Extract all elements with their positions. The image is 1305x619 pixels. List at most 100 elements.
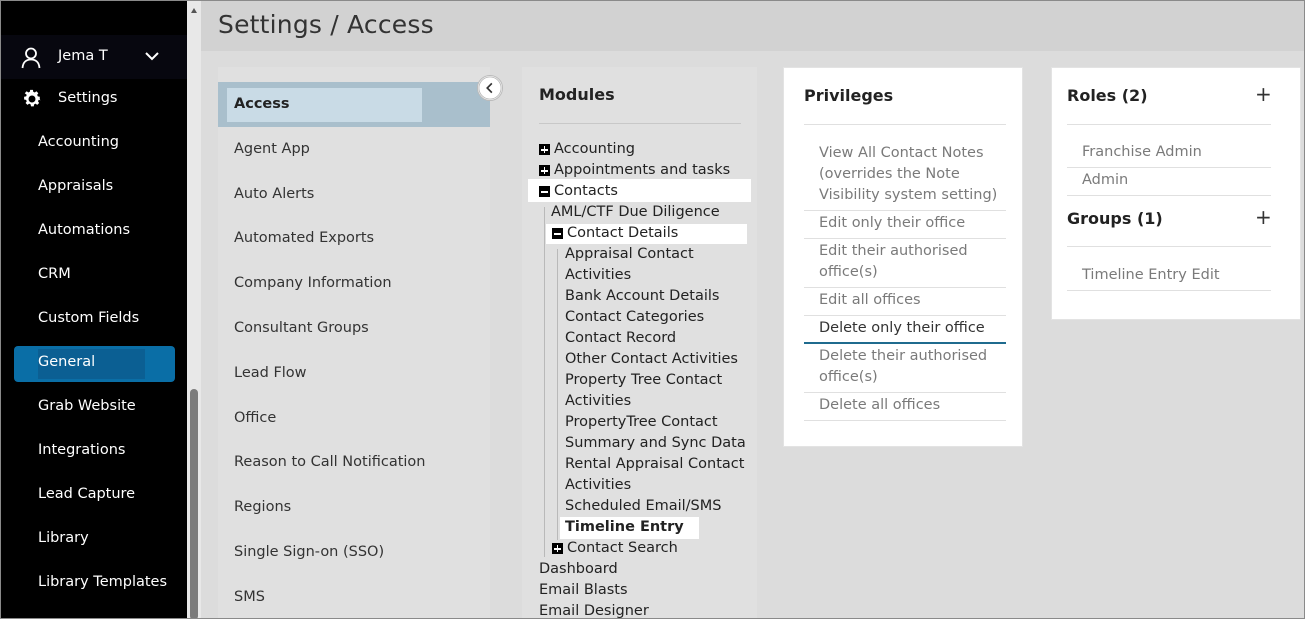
privilege-line: Edit only their office xyxy=(819,215,966,231)
tree-item-rental-appraisal-cont[interactable]: Activities xyxy=(565,477,631,493)
privilege-delete-all-offices[interactable]: Delete all offices xyxy=(819,395,940,416)
tree-item-property-tree-contact-cont[interactable]: Activities xyxy=(565,393,631,409)
privilege-line: Delete their authorised xyxy=(819,348,988,364)
tree-item-propertytree-summary[interactable]: PropertyTree Contact xyxy=(565,414,718,430)
user-icon xyxy=(21,47,41,69)
privilege-line: office(s) xyxy=(819,369,878,385)
divider xyxy=(804,124,1006,125)
privilege-view-all-contact-notes[interactable]: View All Contact Notes (overrides the No… xyxy=(819,143,997,206)
tree-item-appointments[interactable]: Appointments and tasks xyxy=(554,162,730,178)
sidebar-item-general[interactable]: General xyxy=(38,354,95,370)
tree-item-dashboard[interactable]: Dashboard xyxy=(539,561,618,577)
tree-item-aml-ctf[interactable]: AML/CTF Due Diligence xyxy=(551,204,720,220)
tree-item-timeline-entry[interactable]: Timeline Entry xyxy=(565,519,684,535)
roles-heading: Roles (2) xyxy=(1067,86,1148,105)
modules-panel: Modules Accounting Appointments and task… xyxy=(522,67,757,618)
tree-item-propertytree-summary-cont[interactable]: Summary and Sync Data xyxy=(565,435,746,451)
tree-item-rental-appraisal[interactable]: Rental Appraisal Contact xyxy=(565,456,744,472)
sidebar-item-crm[interactable]: CRM xyxy=(38,266,71,282)
add-group-button[interactable]: + xyxy=(1255,207,1272,227)
tree-item-scheduled-email[interactable]: Scheduled Email/SMS xyxy=(565,498,721,514)
app-window: Jema T Settings Accounting Appraisals Au… xyxy=(0,0,1305,619)
section-item-automated-exports[interactable]: Automated Exports xyxy=(234,230,374,246)
tree-item-contact-categories[interactable]: Contact Categories xyxy=(565,309,704,325)
tree-item-accounting[interactable]: Accounting xyxy=(554,141,635,157)
divider xyxy=(1067,195,1271,196)
tree-item-bank-account[interactable]: Bank Account Details xyxy=(565,288,719,304)
privilege-line: Edit all offices xyxy=(819,292,921,308)
page-title: Settings / Access xyxy=(218,10,434,39)
section-item-auto-alerts[interactable]: Auto Alerts xyxy=(234,186,314,202)
collapse-icon[interactable] xyxy=(539,186,550,197)
gear-icon xyxy=(24,89,41,107)
section-item-agent-app[interactable]: Agent App xyxy=(234,141,310,157)
chevron-down-icon[interactable] xyxy=(143,47,161,65)
section-item-regions[interactable]: Regions xyxy=(234,499,291,515)
sidebar-item-integrations[interactable]: Integrations xyxy=(38,442,125,458)
sidebar-item-accounting[interactable]: Accounting xyxy=(38,134,119,150)
privilege-line: Delete all offices xyxy=(819,397,941,413)
section-item-company-information[interactable]: Company Information xyxy=(234,275,392,291)
collapse-panel-button[interactable] xyxy=(477,75,503,101)
sidebar-item-library[interactable]: Library xyxy=(38,530,89,546)
main-sidebar: Jema T Settings Accounting Appraisals Au… xyxy=(1,1,187,618)
tree-item-contacts[interactable]: Contacts xyxy=(554,183,618,199)
section-item-office[interactable]: Office xyxy=(234,410,276,426)
sidebar-item-grab-website[interactable]: Grab Website xyxy=(38,398,136,414)
role-item-admin[interactable]: Admin xyxy=(1082,172,1128,188)
section-item-access[interactable]: Access xyxy=(234,96,290,112)
expand-icon[interactable] xyxy=(552,543,563,554)
sidebar-item-settings[interactable]: Settings xyxy=(1,85,187,113)
section-item-reason-to-call[interactable]: Reason to Call Notification xyxy=(234,454,426,470)
scroll-up-icon[interactable] xyxy=(190,3,198,19)
divider xyxy=(804,287,1006,288)
section-item-consultant-groups[interactable]: Consultant Groups xyxy=(234,320,369,336)
expand-icon[interactable] xyxy=(539,165,550,176)
role-item-franchise-admin[interactable]: Franchise Admin xyxy=(1082,144,1202,160)
collapse-icon[interactable] xyxy=(552,228,563,239)
tree-guide-line xyxy=(544,207,545,557)
user-name: Jema T xyxy=(58,48,108,64)
tree-item-email-blasts[interactable]: Email Blasts xyxy=(539,582,628,598)
sidebar-item-appraisals[interactable]: Appraisals xyxy=(38,178,113,194)
section-item-sso[interactable]: Single Sign-on (SSO) xyxy=(234,544,384,560)
privilege-line: (overrides the Note xyxy=(819,166,960,182)
tree-item-appraisal-contact[interactable]: Appraisal Contact xyxy=(565,246,694,262)
divider xyxy=(804,315,1006,316)
add-role-button[interactable]: + xyxy=(1255,84,1272,104)
tree-item-contact-record[interactable]: Contact Record xyxy=(565,330,676,346)
tree-item-contact-search[interactable]: Contact Search xyxy=(567,540,678,556)
divider xyxy=(1067,290,1271,291)
tree-guide-line xyxy=(557,249,558,540)
tree-item-appraisal-contact-cont[interactable]: Activities xyxy=(565,267,631,283)
user-menu[interactable]: Jema T xyxy=(1,35,187,79)
privileges-panel: Privileges View All Contact Notes (overr… xyxy=(783,67,1023,447)
tree-item-other-contact-activities[interactable]: Other Contact Activities xyxy=(565,351,738,367)
privileges-heading: Privileges xyxy=(804,86,894,105)
tree-item-property-tree-contact[interactable]: Property Tree Contact xyxy=(565,372,722,388)
section-item-sms[interactable]: SMS xyxy=(234,589,265,605)
group-item-timeline-entry-edit[interactable]: Timeline Entry Edit xyxy=(1082,267,1220,283)
privilege-delete-their-authorised[interactable]: Delete their authorised office(s) xyxy=(819,346,987,388)
privilege-delete-only-their-office[interactable]: Delete only their office xyxy=(819,318,985,339)
sidebar-item-automations[interactable]: Automations xyxy=(38,222,130,238)
section-item-lead-flow[interactable]: Lead Flow xyxy=(234,365,307,381)
divider xyxy=(804,420,1006,421)
groups-heading: Groups (1) xyxy=(1067,209,1163,228)
privilege-edit-their-authorised[interactable]: Edit their authorised office(s) xyxy=(819,241,968,283)
divider xyxy=(1067,167,1271,168)
divider xyxy=(539,123,741,124)
sidebar-item-custom-fields[interactable]: Custom Fields xyxy=(38,310,139,326)
privilege-line: office(s) xyxy=(819,264,878,280)
sidebar-scrollbar-thumb[interactable] xyxy=(190,389,198,618)
tree-item-email-designer[interactable]: Email Designer xyxy=(539,603,649,618)
privilege-line: Visibility system setting) xyxy=(819,187,998,203)
settings-section-list: Access Agent App Auto Alerts Automated E… xyxy=(218,67,490,618)
privilege-edit-only-their-office[interactable]: Edit only their office xyxy=(819,213,965,234)
sidebar-item-label: Settings xyxy=(58,90,118,106)
sidebar-item-lead-capture[interactable]: Lead Capture xyxy=(38,486,135,502)
sidebar-item-library-templates[interactable]: Library Templates xyxy=(38,574,167,590)
expand-icon[interactable] xyxy=(539,144,550,155)
privilege-edit-all-offices[interactable]: Edit all offices xyxy=(819,290,921,311)
tree-item-contact-details[interactable]: Contact Details xyxy=(567,225,678,241)
